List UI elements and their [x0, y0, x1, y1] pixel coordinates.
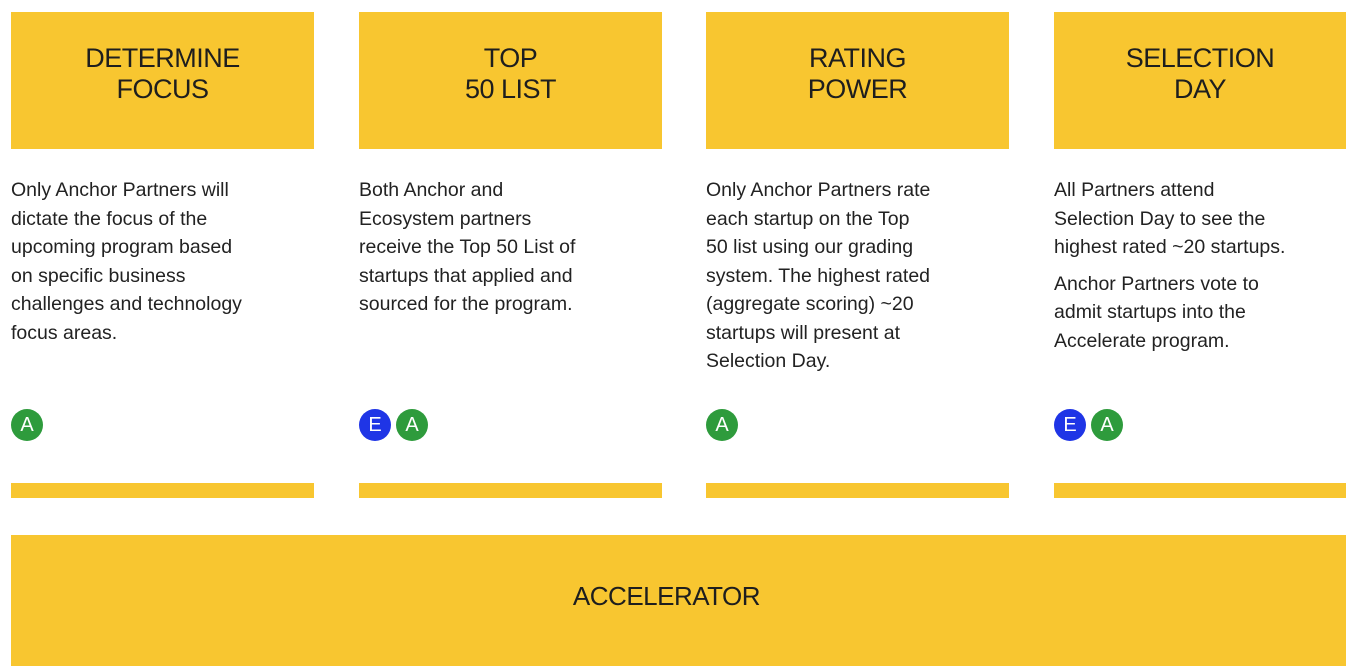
step-title: DETERMINE FOCUS — [85, 43, 240, 105]
anchor-partner-badge: A — [396, 409, 428, 441]
step-title: TOP 50 LIST — [464, 42, 557, 105]
partner-badges: A — [11, 409, 43, 441]
text-line: Only Anchor Partners will — [11, 179, 229, 201]
step-description: Only Anchor Partners rate each startup o… — [706, 176, 1009, 384]
text-line: Selection Day to see the — [1054, 207, 1266, 230]
text-line: Anchor Partners vote to — [1054, 272, 1259, 295]
step-title-line: FOCUS — [116, 73, 209, 104]
step-paragraph: Only Anchor Partners rate each startup o… — [706, 176, 1009, 376]
step-paragraph: Both Anchor and Ecosystem partners recei… — [359, 176, 662, 319]
step-header: TOP 50 LIST — [359, 12, 662, 149]
ecosystem-partner-badge: E — [1054, 409, 1086, 441]
text-line: Both Anchor and — [359, 179, 504, 201]
step-title: RATING POWER — [808, 43, 908, 105]
step-footer-bar — [11, 483, 314, 498]
text-line: Selection Day. — [706, 350, 831, 372]
text-line: focus areas. — [11, 321, 118, 344]
step-title-line: TOP — [483, 42, 538, 73]
step-title-line: DAY — [1173, 73, 1227, 104]
step-rating-power: RATING POWER Only Anchor Partners rate e… — [706, 12, 1009, 498]
partner-badges: E A — [359, 409, 428, 441]
text-line: each startup on the Top — [706, 207, 910, 230]
anchor-partner-badge: A — [11, 409, 43, 441]
step-title-line: 50 LIST — [464, 73, 557, 104]
step-footer-bar — [1054, 483, 1346, 498]
step-determine-focus: DETERMINE FOCUS Only Anchor Partners wil… — [11, 12, 314, 498]
step-description: Only Anchor Partners will dictate the fo… — [11, 176, 314, 355]
text-line: upcoming program based — [11, 236, 233, 258]
text-line: dictate the focus of the — [11, 207, 208, 230]
text-line: Only Anchor Partners rate — [706, 179, 931, 201]
text-line: Ecosystem partners — [359, 207, 532, 230]
step-title-line: RATING — [808, 42, 906, 73]
text-line: startups will present at — [706, 321, 901, 344]
step-description: All Partners attend Selection Day to see… — [1054, 176, 1346, 363]
step-footer-bar — [706, 483, 1009, 498]
accelerator-banner: ACCELERATOR — [11, 535, 1346, 666]
text-line: sourced for the program. — [359, 293, 573, 315]
text-line: receive the Top 50 List of — [359, 236, 576, 258]
text-line: (aggregate scoring) ~20 — [706, 293, 914, 315]
step-description: Both Anchor and Ecosystem partners recei… — [359, 176, 662, 327]
text-line: All Partners attend — [1054, 179, 1215, 201]
step-top-50-list: TOP 50 LIST Both Anchor and Ecosystem pa… — [359, 12, 662, 498]
text-line: challenges and technology — [11, 293, 242, 315]
accelerator-label: ACCELERATOR — [572, 581, 761, 611]
text-line: highest rated ~20 startups. — [1054, 236, 1286, 258]
partner-badges: E A — [1054, 409, 1123, 441]
step-header: SELECTION DAY — [1054, 12, 1346, 149]
step-header: DETERMINE FOCUS — [11, 12, 314, 149]
step-title-line: SELECTION — [1125, 42, 1275, 73]
partner-badges: A — [706, 409, 738, 441]
anchor-partner-badge: A — [1091, 409, 1123, 441]
ecosystem-partner-badge: E — [359, 409, 391, 441]
anchor-partner-badge: A — [706, 409, 738, 441]
text-line: on specific business — [11, 264, 186, 287]
step-title-line: DETERMINE — [85, 42, 240, 73]
text-line: Accelerate program. — [1054, 329, 1230, 352]
text-line: startups that applied and — [359, 264, 573, 287]
step-title-line: POWER — [807, 73, 908, 104]
text-line: admit startups into the — [1054, 301, 1246, 323]
step-paragraph: Only Anchor Partners will dictate the fo… — [11, 176, 314, 347]
step-paragraph: All Partners attend Selection Day to see… — [1054, 176, 1346, 262]
step-selection-day: SELECTION DAY All Partners attend Select… — [1054, 12, 1346, 498]
step-title: SELECTION DAY — [1126, 43, 1275, 105]
step-header: RATING POWER — [706, 12, 1009, 149]
text-line: system. The highest rated — [706, 264, 931, 287]
text-line: 50 list using our grading — [706, 236, 914, 258]
step-paragraph: Anchor Partners vote to admit startups i… — [1054, 270, 1346, 356]
step-footer-bar — [359, 483, 662, 498]
